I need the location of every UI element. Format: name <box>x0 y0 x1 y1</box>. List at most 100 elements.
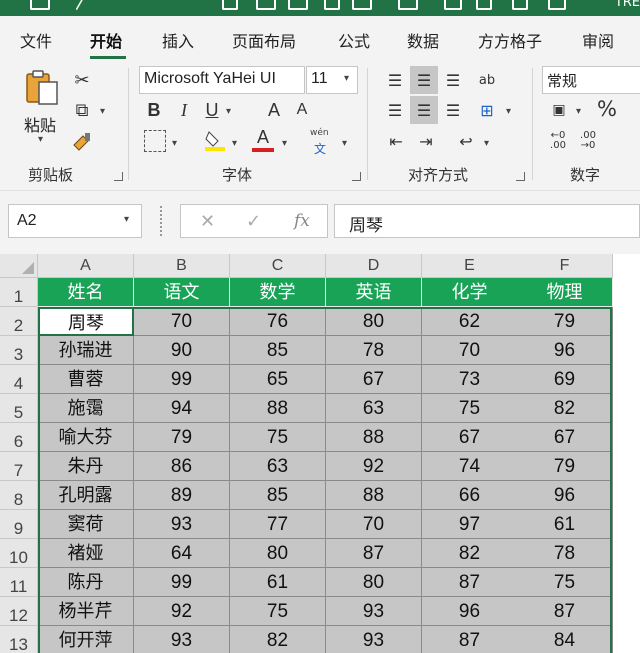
header-cell[interactable]: 数学 <box>230 278 326 307</box>
row-header-7[interactable]: 7 <box>0 452 38 481</box>
tab-review[interactable]: 审阅 <box>582 28 614 52</box>
score-cell[interactable]: 82 <box>422 539 518 568</box>
qat-icon-3[interactable] <box>288 0 308 10</box>
score-cell[interactable]: 67 <box>326 365 422 394</box>
header-cell[interactable]: 化学 <box>422 278 518 307</box>
format-painter-icon[interactable] <box>70 130 94 154</box>
percent-button[interactable]: % <box>594 96 620 122</box>
name-cell[interactable]: 陈丹 <box>38 568 134 597</box>
name-cell[interactable]: 窦荷 <box>38 510 134 539</box>
cut-icon[interactable]: ✂ <box>70 68 94 92</box>
column-header-b[interactable]: B <box>134 254 230 278</box>
increase-decimal-icon[interactable]: ←0.00 <box>546 128 570 154</box>
name-cell[interactable]: 周琴 <box>38 307 134 336</box>
font-size-select[interactable]: 11 <box>306 66 358 94</box>
score-cell[interactable]: 80 <box>326 307 422 336</box>
merge-dropdown-icon[interactable]: ▾ <box>506 106 511 117</box>
borders-icon[interactable] <box>144 130 166 152</box>
header-cell[interactable]: 姓名 <box>38 278 134 307</box>
align-center-icon[interactable]: ☰ <box>410 96 438 124</box>
score-cell[interactable]: 99 <box>134 568 230 597</box>
score-cell[interactable]: 67 <box>517 423 613 452</box>
row-header-2[interactable]: 2 <box>0 307 38 336</box>
score-cell[interactable]: 75 <box>422 394 518 423</box>
score-cell[interactable]: 80 <box>230 539 326 568</box>
align-top-icon[interactable]: ☰ <box>384 66 406 94</box>
phonetic-icon[interactable]: 文 <box>314 140 326 157</box>
borders-dropdown-icon[interactable]: ▾ <box>172 138 177 149</box>
tab-formulas[interactable]: 公式 <box>338 28 370 52</box>
merge-center-icon[interactable]: ⊞ <box>474 96 500 124</box>
phonetic-label[interactable]: wén <box>310 128 329 138</box>
score-cell[interactable]: 61 <box>517 510 613 539</box>
column-header-f[interactable]: F <box>517 254 613 278</box>
score-cell[interactable]: 85 <box>230 336 326 365</box>
qat-icon-6[interactable] <box>398 0 418 10</box>
score-cell[interactable]: 93 <box>134 510 230 539</box>
paste-dropdown-icon[interactable]: ▾ <box>38 134 43 145</box>
score-cell[interactable]: 92 <box>326 452 422 481</box>
score-cell[interactable]: 65 <box>230 365 326 394</box>
score-cell[interactable]: 84 <box>517 626 613 653</box>
name-cell[interactable]: 孔明露 <box>38 481 134 510</box>
name-box[interactable]: A2 <box>8 204 142 238</box>
score-cell[interactable]: 99 <box>134 365 230 394</box>
row-header-5[interactable]: 5 <box>0 394 38 423</box>
score-cell[interactable]: 80 <box>326 568 422 597</box>
score-cell[interactable]: 87 <box>422 626 518 653</box>
row-header-1[interactable]: 1 <box>0 278 38 307</box>
score-cell[interactable]: 87 <box>326 539 422 568</box>
score-cell[interactable]: 96 <box>517 336 613 365</box>
row-header-13[interactable]: 13 <box>0 626 38 653</box>
copy-icon[interactable]: ⧉ <box>70 98 94 122</box>
tab-fangfang[interactable]: 方方格子 <box>478 28 542 52</box>
underline-button[interactable]: U <box>202 98 222 122</box>
tab-data[interactable]: 数据 <box>407 28 439 52</box>
header-cell[interactable]: 英语 <box>326 278 422 307</box>
score-cell[interactable]: 63 <box>326 394 422 423</box>
column-header-d[interactable]: D <box>326 254 422 278</box>
increase-indent-icon[interactable]: ⇥ <box>414 128 438 154</box>
score-cell[interactable]: 76 <box>230 307 326 336</box>
score-cell[interactable]: 77 <box>230 510 326 539</box>
column-header-c[interactable]: C <box>230 254 326 278</box>
name-box-dropdown-icon[interactable]: ▾ <box>124 214 129 225</box>
tab-file[interactable]: 文件 <box>20 28 52 52</box>
score-cell[interactable]: 66 <box>422 481 518 510</box>
qat-icon-1[interactable] <box>222 0 238 10</box>
score-cell[interactable]: 75 <box>517 568 613 597</box>
row-header-11[interactable]: 11 <box>0 568 38 597</box>
score-cell[interactable]: 96 <box>422 597 518 626</box>
qat-icon-9[interactable] <box>512 0 528 10</box>
score-cell[interactable]: 90 <box>134 336 230 365</box>
qat-icon-10[interactable] <box>548 0 566 10</box>
paste-label[interactable]: 粘贴 <box>24 112 56 136</box>
accounting-icon[interactable]: ▣ <box>546 98 572 122</box>
score-cell[interactable]: 62 <box>422 307 518 336</box>
accounting-dropdown-icon[interactable]: ▾ <box>576 106 581 117</box>
score-cell[interactable]: 79 <box>517 452 613 481</box>
score-cell[interactable]: 70 <box>326 510 422 539</box>
tab-insert[interactable]: 插入 <box>162 28 194 52</box>
score-cell[interactable]: 69 <box>517 365 613 394</box>
name-cell[interactable]: 何开萍 <box>38 626 134 653</box>
score-cell[interactable]: 78 <box>517 539 613 568</box>
phonetic-dropdown-icon[interactable]: ▾ <box>342 138 347 149</box>
score-cell[interactable]: 63 <box>230 452 326 481</box>
enter-icon[interactable]: ✓ <box>246 211 261 232</box>
name-cell[interactable]: 朱丹 <box>38 452 134 481</box>
score-cell[interactable]: 67 <box>422 423 518 452</box>
score-cell[interactable]: 78 <box>326 336 422 365</box>
score-cell[interactable]: 82 <box>230 626 326 653</box>
grow-font-button[interactable]: A <box>264 98 284 122</box>
row-header-10[interactable]: 10 <box>0 539 38 568</box>
insert-function-icon[interactable]: fx <box>294 211 310 231</box>
row-header-12[interactable]: 12 <box>0 597 38 626</box>
score-cell[interactable]: 70 <box>422 336 518 365</box>
score-cell[interactable]: 88 <box>230 394 326 423</box>
font-name-select[interactable]: Microsoft YaHei UI <box>139 66 305 94</box>
score-cell[interactable]: 74 <box>422 452 518 481</box>
name-cell[interactable]: 褚娅 <box>38 539 134 568</box>
bold-button[interactable]: B <box>144 98 164 122</box>
score-cell[interactable]: 79 <box>134 423 230 452</box>
